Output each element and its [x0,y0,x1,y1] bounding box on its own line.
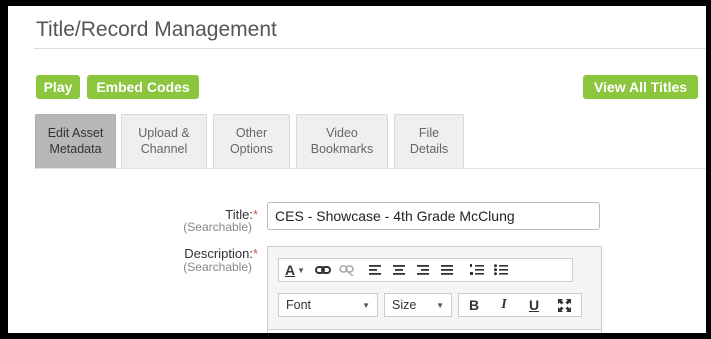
size-combo: Size ▼ [385,294,451,316]
size-dropdown[interactable]: Size ▼ [384,293,452,317]
tab-file-details[interactable]: File Details [394,114,464,168]
justify-icon [441,265,453,275]
align-right-icon [417,265,429,275]
editor-toolbar-row-1: A ▼ [278,258,573,282]
page-panel: Title/Record Management Play Embed Codes… [8,6,706,333]
font-dropdown[interactable]: Font ▼ [278,293,378,317]
justify-button[interactable] [435,259,459,281]
embed-codes-button[interactable]: Embed Codes [87,75,199,99]
link-icon [315,266,331,274]
description-editor: A ▼ Font ▼ Size ▼ B I U [267,246,602,333]
play-button[interactable]: Play [36,75,80,99]
tab-label: Video [326,126,358,140]
align-right-button[interactable] [411,259,435,281]
chevron-down-icon: ▼ [297,265,306,275]
description-label-text: Description: [184,246,253,261]
bold-button[interactable]: B [459,294,489,316]
numbered-list-button[interactable] [465,259,489,281]
italic-button[interactable]: I [489,294,519,316]
description-searchable-hint: (Searchable) [183,260,252,274]
tab-label: Upload & [138,126,190,140]
tab-label: Other [235,126,268,140]
align-center-icon [393,265,405,275]
numbered-list-icon [470,264,484,275]
tab-edit-asset-metadata[interactable]: Edit Asset Metadata [35,114,116,168]
chevron-down-icon: ▼ [362,300,370,310]
description-content-area[interactable] [268,329,601,333]
fullscreen-button[interactable] [549,294,579,316]
tab-label: Bookmarks [310,142,374,156]
view-all-titles-button[interactable]: View All Titles [583,75,698,99]
description-label: Description:* [138,246,258,261]
required-marker: * [252,246,258,261]
bulleted-list-button[interactable] [489,259,513,281]
tab-upload-channel[interactable]: Upload & Channel [121,114,207,168]
tab-video-bookmarks[interactable]: Video Bookmarks [296,114,388,168]
font-combo: Font ▼ [279,294,377,316]
underline-button[interactable]: U [519,294,549,316]
tab-label: Options [229,142,274,156]
editor-format-group: B I U [458,293,582,317]
tab-label: File [418,126,440,140]
text-color-button[interactable]: A ▼ [279,259,311,281]
title-searchable-hint: (Searchable) [183,220,252,234]
bulleted-list-icon [494,264,508,276]
unlink-icon [339,265,354,276]
page-title: Title/Record Management [36,18,277,41]
font-dropdown-label: Font [286,298,312,312]
unlink-button[interactable] [335,259,359,281]
align-center-button[interactable] [387,259,411,281]
align-left-icon [369,265,381,275]
required-marker: * [252,207,258,222]
text-color-icon: A [284,262,296,278]
align-left-button[interactable] [363,259,387,281]
tab-label: Edit Asset [47,126,104,140]
tab-other-options[interactable]: Other Options [213,114,290,168]
tab-label: Channel [140,142,188,156]
tab-divider [34,168,706,169]
fullscreen-icon [557,298,571,312]
size-dropdown-label: Size [392,298,417,312]
link-button[interactable] [311,259,335,281]
tab-label: Details [409,142,449,156]
title-divider [34,48,706,49]
tab-label: Metadata [49,142,102,156]
title-input[interactable] [267,202,600,230]
chevron-down-icon: ▼ [436,300,444,310]
